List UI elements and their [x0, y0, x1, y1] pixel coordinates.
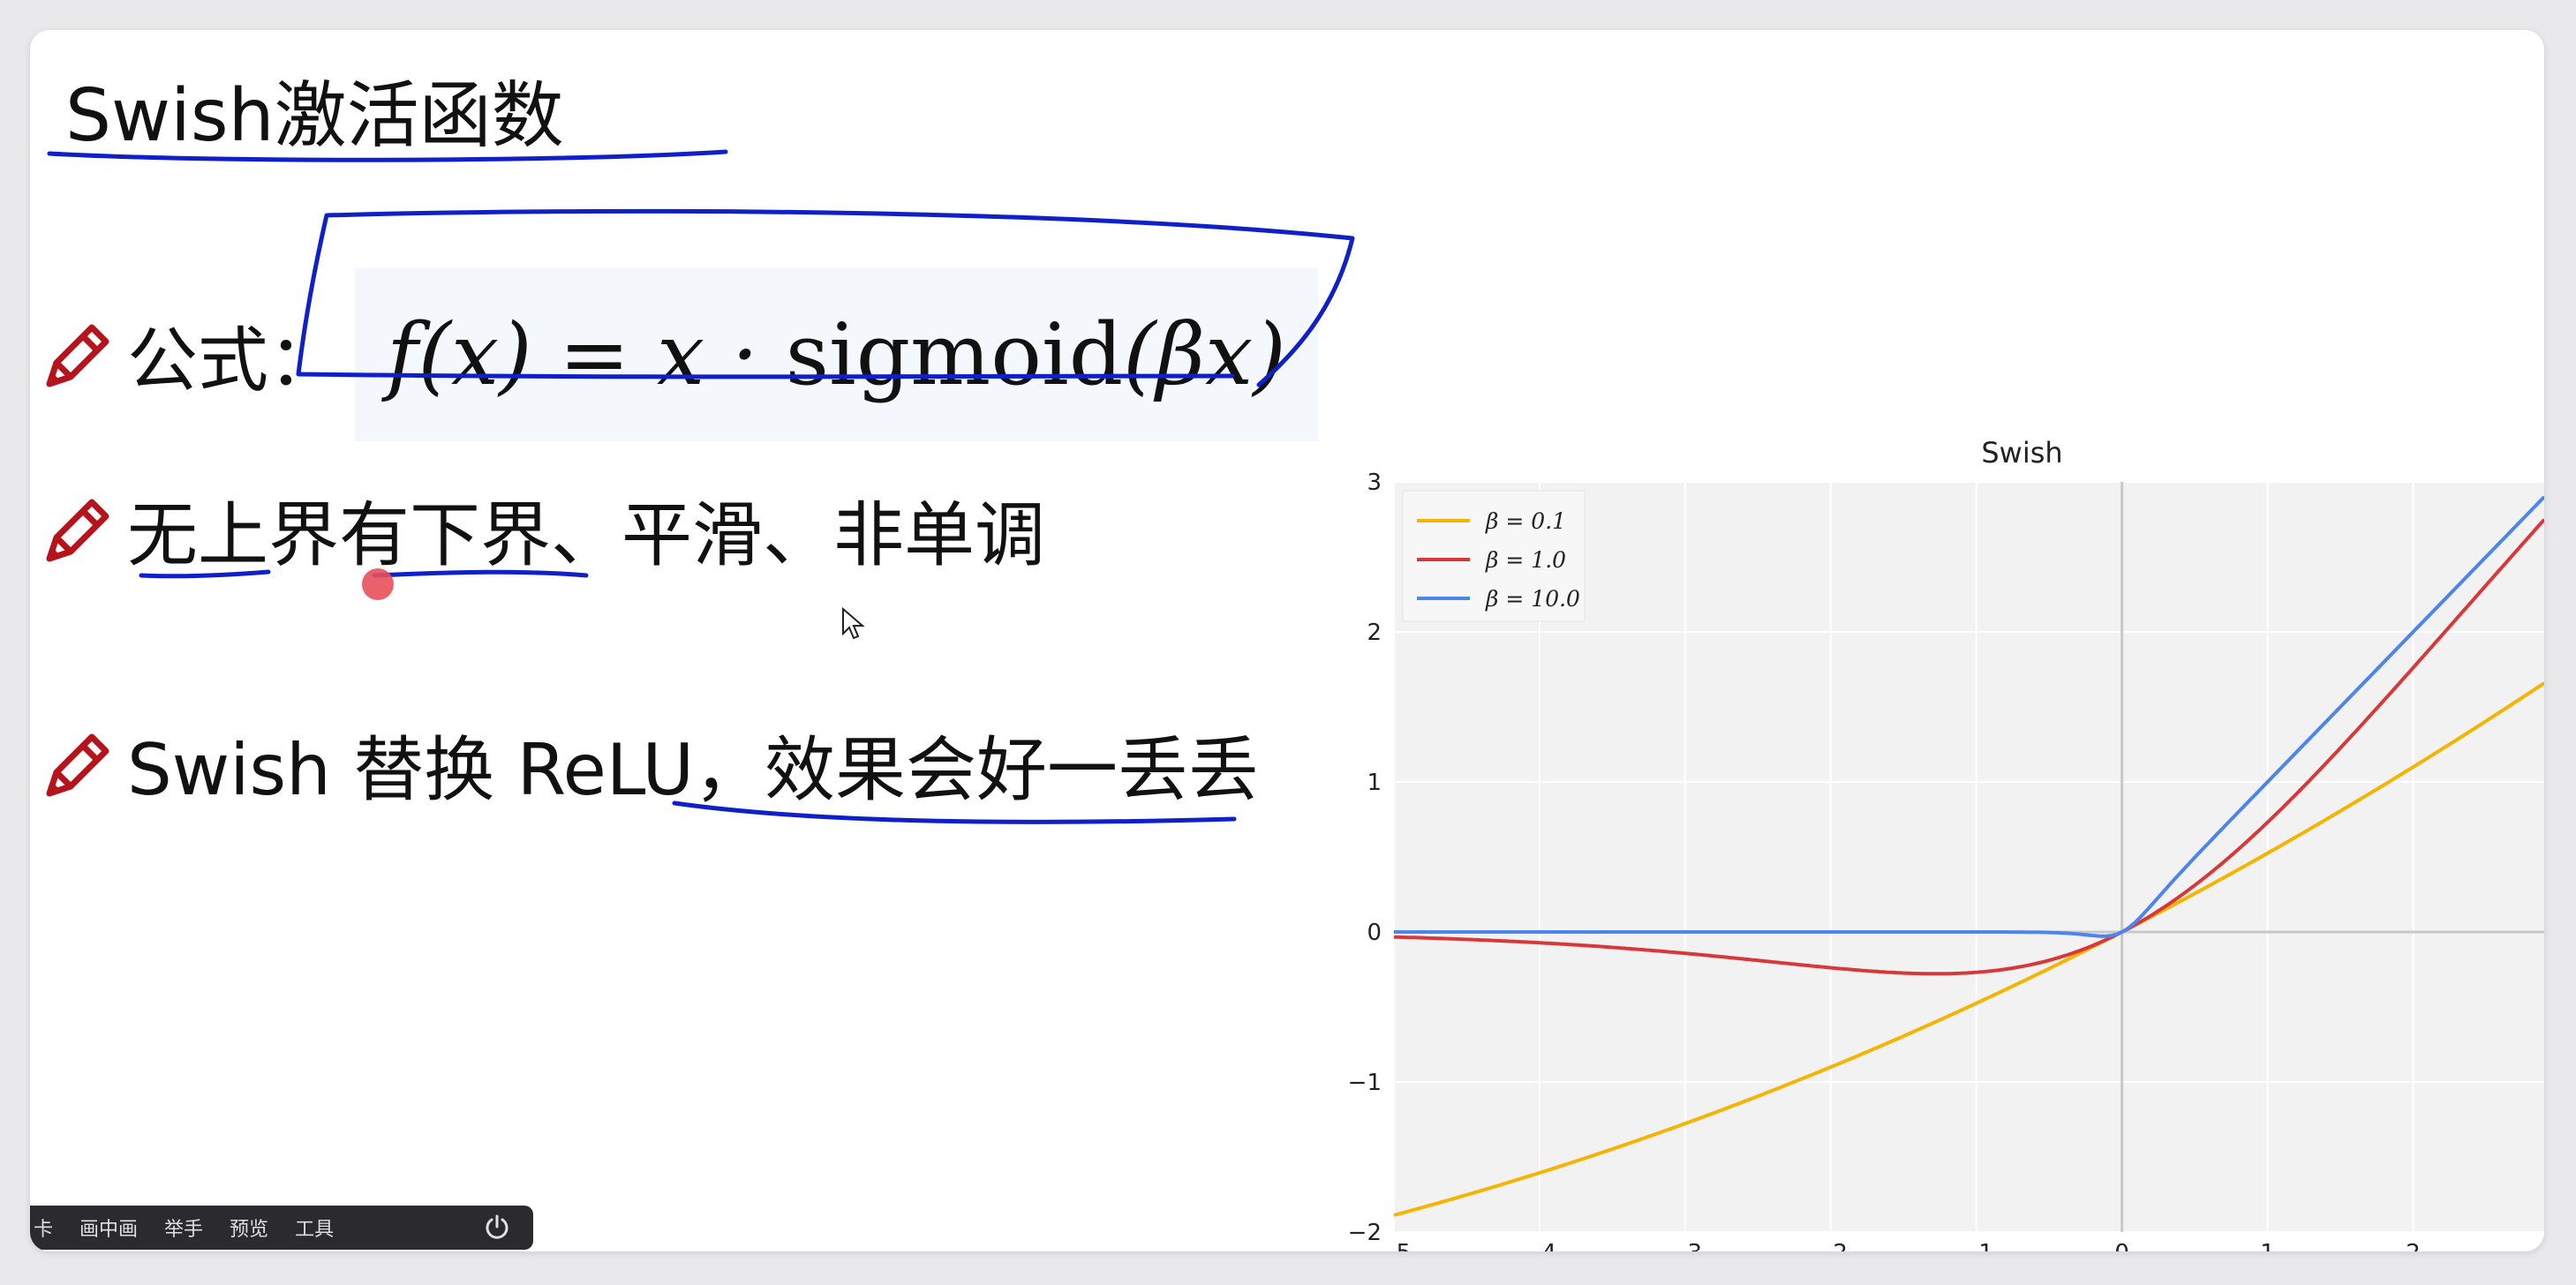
- meeting-toolbar: 卡 画中画 举手 预览 工具: [30, 1206, 533, 1250]
- formula-f: f(x): [387, 305, 532, 404]
- x-tick-label: 2: [2406, 1240, 2421, 1251]
- toolbar-item-pip[interactable]: 画中画: [79, 1214, 138, 1242]
- bullet-label: 无上界有下界、平滑、非单调: [127, 494, 1045, 576]
- toolbar-item-card[interactable]: 卡: [34, 1214, 53, 1242]
- formula: f(x) = x · sigmoid(βx): [355, 268, 1318, 441]
- y-tick-label: 0: [1367, 920, 1382, 946]
- bullet-properties: 无上界有下界、平滑、非单调: [41, 478, 1045, 581]
- x-tick-label: −2: [1814, 1240, 1848, 1251]
- x-tick-label: −3: [1668, 1240, 1702, 1251]
- toolbar-item-preview[interactable]: 预览: [230, 1214, 268, 1242]
- formula-arg: (βx): [1123, 305, 1286, 404]
- slide-title: Swish激活函数: [65, 74, 564, 158]
- legend-label: β = 10.0: [1485, 586, 1580, 612]
- y-tick-label: 3: [1367, 470, 1382, 496]
- x-tick-label: −4: [1523, 1240, 1556, 1251]
- legend-label: β = 1.0: [1485, 547, 1566, 573]
- laser-pointer: [362, 568, 394, 600]
- formula-eq: = x ·: [531, 305, 786, 404]
- formula-fn: sigmoid: [785, 305, 1124, 404]
- pencil-icon: [46, 324, 109, 387]
- mouse-cursor-icon: [842, 607, 865, 640]
- chart-title: Swish: [1981, 436, 2062, 470]
- x-tick-label: −1: [1960, 1240, 1993, 1251]
- legend-label: β = 0.1: [1485, 508, 1566, 534]
- y-tick-label: −1: [1348, 1070, 1382, 1096]
- pencil-icon: [46, 733, 109, 797]
- slide: Swish激活函数 公式： f(x) = x · sigmoid(βx) 无上界…: [30, 30, 2544, 1251]
- y-tick-label: −2: [1348, 1220, 1382, 1246]
- y-tick-label: 1: [1367, 770, 1382, 796]
- power-icon[interactable]: [482, 1213, 512, 1243]
- x-tick-label: 1: [2260, 1240, 2275, 1251]
- pencil-icon: [46, 499, 109, 562]
- y-tick-label: 2: [1367, 620, 1382, 646]
- x-tick-label: 0: [2114, 1240, 2129, 1251]
- toolbar-item-raise-hand[interactable]: 举手: [164, 1214, 203, 1242]
- bullet-formula: 公式： f(x) = x · sigmoid(βx): [41, 268, 1318, 441]
- bullet-label: Swish 替换 ReLU，效果会好一丢丢: [127, 729, 1260, 811]
- bullet-label: 公式：: [127, 319, 339, 402]
- bullet-replace-relu: Swish 替换 ReLU，效果会好一丢丢: [41, 713, 1259, 815]
- swish-chart: −5 −4 −3 −2 −1 0 1 2 −2 −1 0 1 2 3 Swish β = 0.1 β = 1.0…: [1314, 418, 2544, 1251]
- toolbar-item-tools[interactable]: 工具: [295, 1214, 334, 1242]
- chart-svg: −5 −4 −3 −2 −1 0 1 2 −2 −1 0 1 2 3 Swish β = 0.1 β = 1.0…: [1348, 436, 2544, 1251]
- x-tick-label: −5: [1377, 1240, 1411, 1251]
